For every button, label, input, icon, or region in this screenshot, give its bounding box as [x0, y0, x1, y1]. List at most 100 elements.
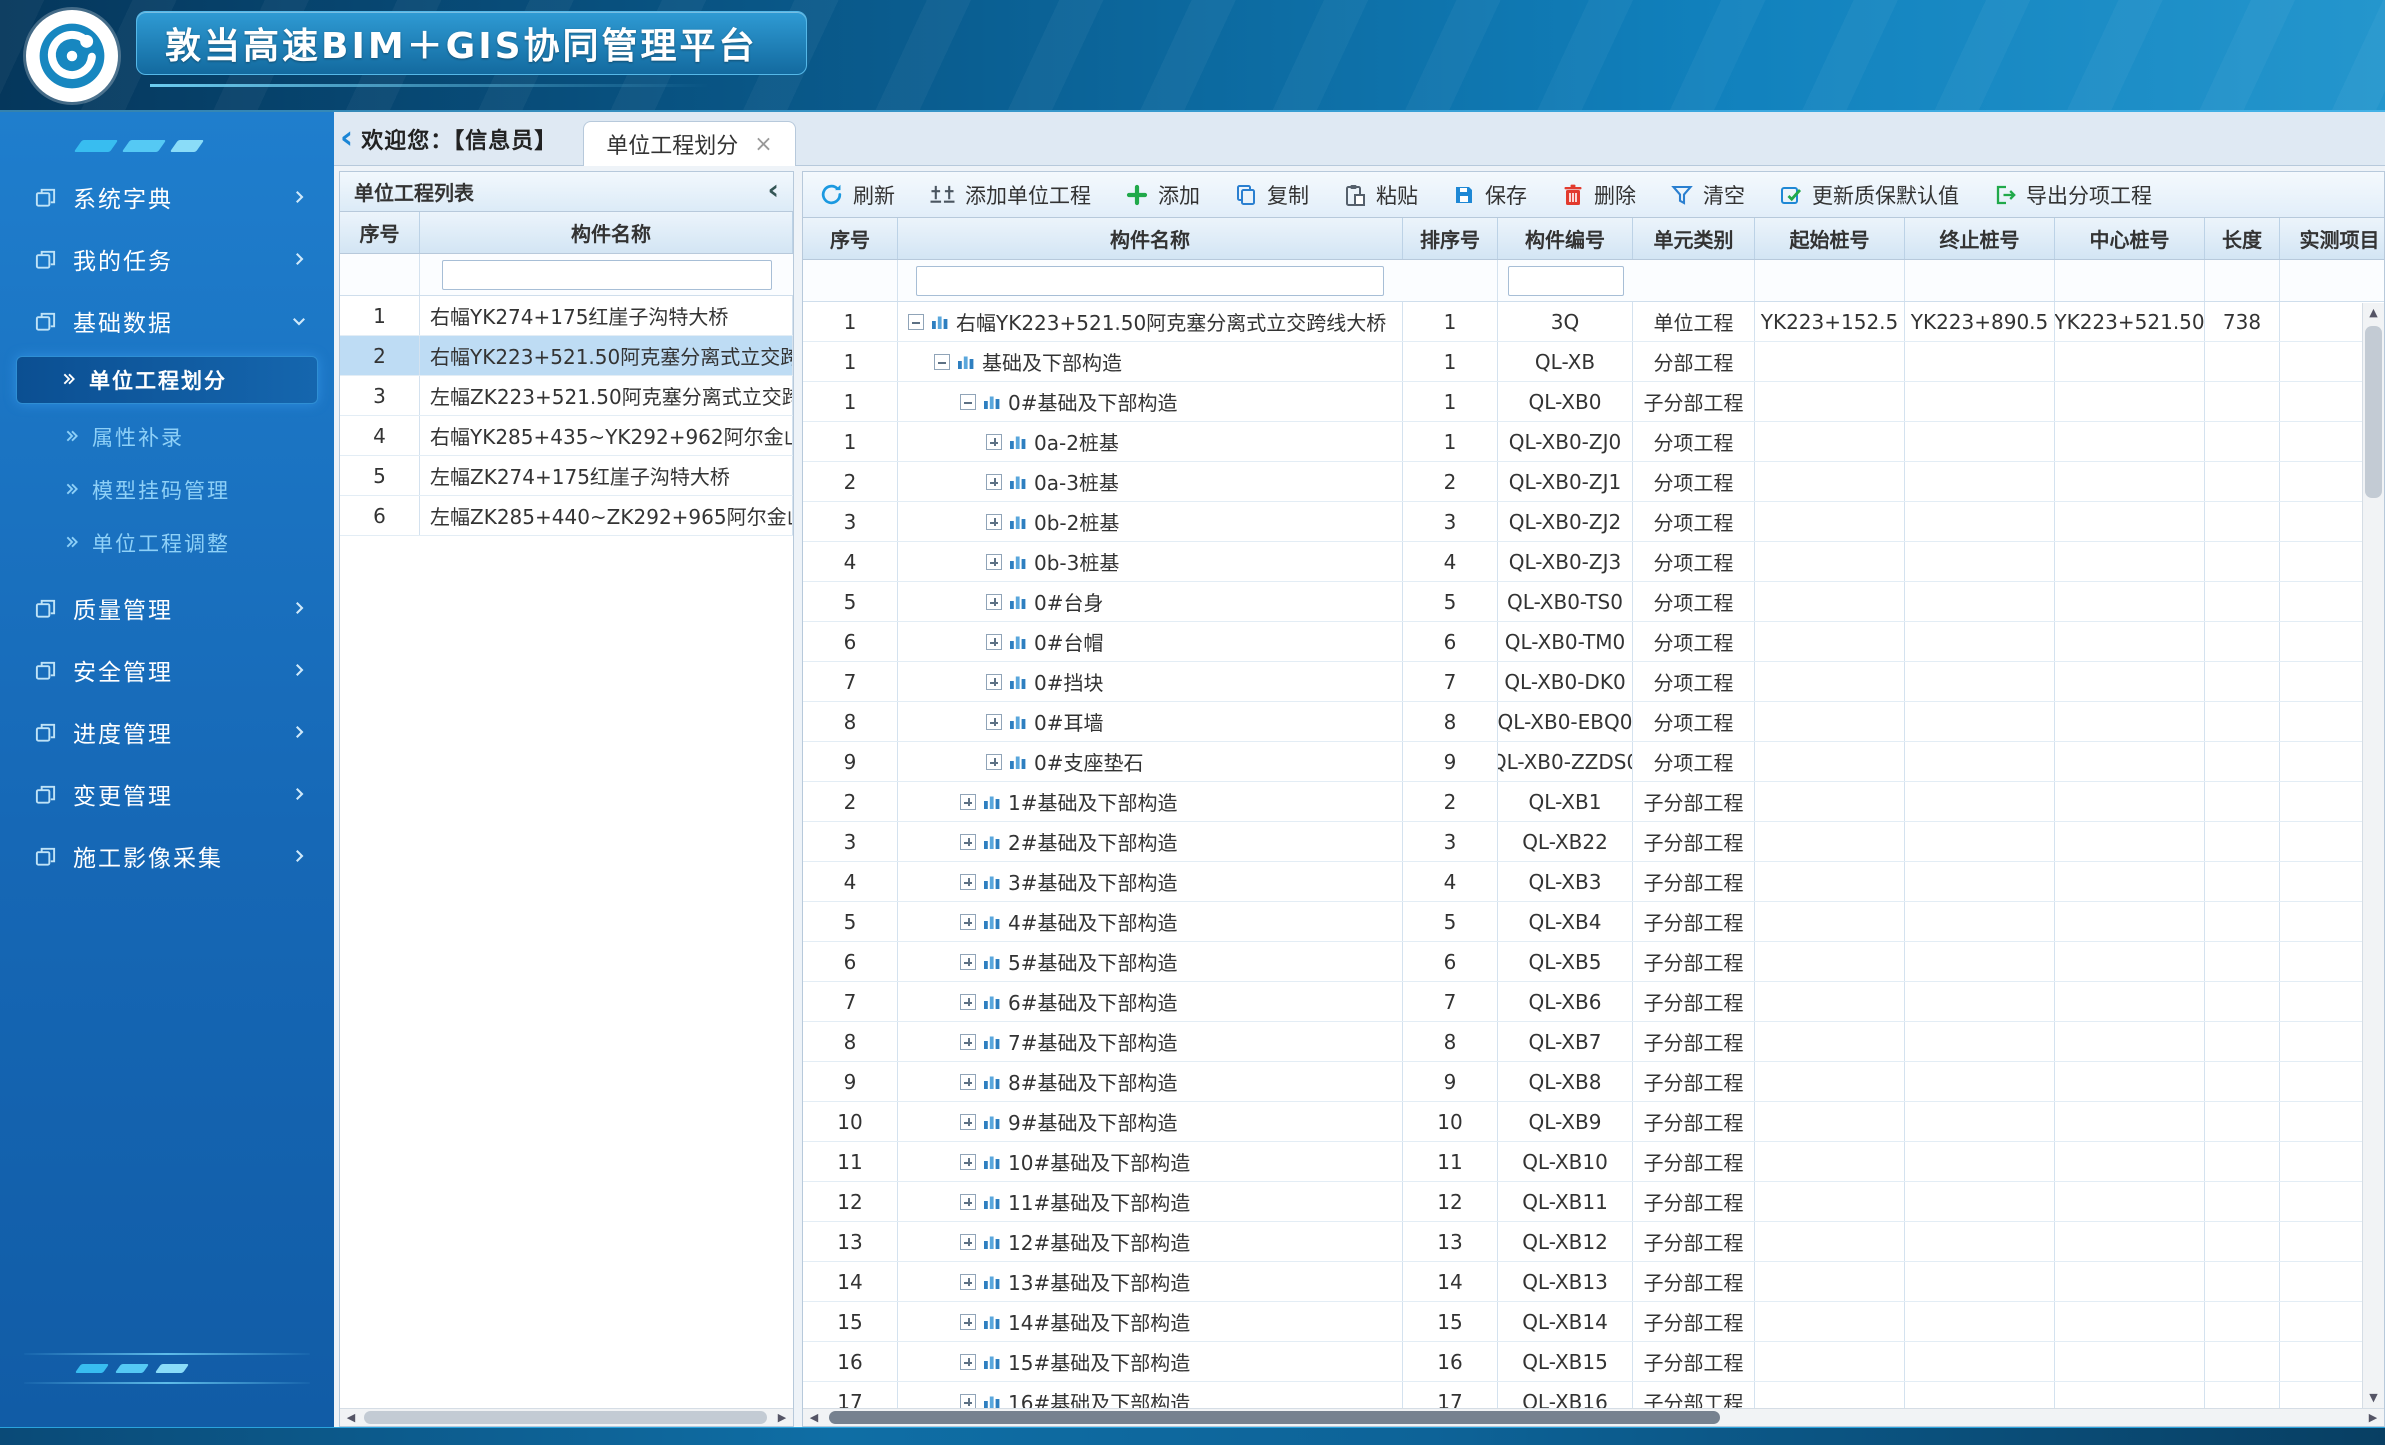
hscroll-thumb[interactable] — [829, 1411, 1720, 1424]
toolbar-button-update-qa-defaults[interactable]: 更新质保默认值 — [1779, 180, 1959, 210]
collapse-sidebar-arrow-icon[interactable]: ‹ — [340, 118, 353, 156]
tab-close-icon[interactable]: × — [754, 132, 772, 157]
table-row[interactable]: 1211#基础及下部构造12QL-XB11子分部工程 — [803, 1182, 2384, 1222]
list-item[interactable]: 2右幅YK223+521.50阿克塞分离式立交跨线大桥 — [340, 336, 793, 376]
hscroll-thumb[interactable] — [364, 1411, 767, 1424]
expand-toggle-icon[interactable] — [986, 554, 1002, 570]
column-header-sort[interactable]: 排序号 — [1403, 218, 1498, 259]
column-header-measured[interactable]: 实测项目 — [2280, 218, 2385, 259]
unit-list-hscrollbar[interactable]: ◀ ▶ — [340, 1408, 793, 1426]
expand-toggle-icon[interactable] — [960, 1354, 976, 1370]
toolbar-button-export-subprojects[interactable]: 导出分项工程 — [1993, 180, 2152, 210]
scroll-right-arrow-icon[interactable]: ▶ — [771, 1409, 793, 1426]
main-table-hscrollbar[interactable]: ◀ ▶ — [803, 1408, 2384, 1426]
table-row[interactable]: 76#基础及下部构造7QL-XB6子分部工程 — [803, 982, 2384, 1022]
table-row[interactable]: 80#耳墙8QL-XB0-EBQ0分项工程 — [803, 702, 2384, 742]
expand-toggle-icon[interactable] — [960, 1194, 976, 1210]
table-row[interactable]: 54#基础及下部构造5QL-XB4子分部工程 — [803, 902, 2384, 942]
sidebar-subitem-模型挂码管理[interactable]: 模型挂码管理 — [0, 463, 334, 516]
list-item[interactable]: 6左幅ZK285+440~ZK292+965阿尔金山特长隧道 — [340, 496, 793, 536]
table-row[interactable]: 1413#基础及下部构造14QL-XB13子分部工程 — [803, 1262, 2384, 1302]
tab-unit-project-division[interactable]: 单位工程划分 × — [583, 121, 795, 166]
main-table-vscrollbar[interactable]: ▲ ▼ — [2362, 303, 2384, 1408]
scroll-left-arrow-icon[interactable]: ◀ — [803, 1409, 825, 1426]
expand-toggle-icon[interactable] — [960, 1234, 976, 1250]
column-header-category[interactable]: 单元类别 — [1633, 218, 1755, 259]
column-header-start-stake[interactable]: 起始桩号 — [1755, 218, 1905, 259]
toolbar-button-add[interactable]: 添加 — [1125, 180, 1200, 210]
table-row[interactable]: 10a-2桩基1QL-XB0-ZJ0分项工程 — [803, 422, 2384, 462]
expand-toggle-icon[interactable] — [960, 1394, 976, 1409]
expand-toggle-icon[interactable] — [960, 794, 976, 810]
table-row[interactable]: 20a-3桩基2QL-XB0-ZJ1分项工程 — [803, 462, 2384, 502]
expand-toggle-icon[interactable] — [986, 514, 1002, 530]
toolbar-button-add-unit-project[interactable]: 添加单位工程 — [929, 180, 1091, 210]
table-row[interactable]: 65#基础及下部构造6QL-XB5子分部工程 — [803, 942, 2384, 982]
column-header-end-stake[interactable]: 终止桩号 — [1905, 218, 2055, 259]
expand-toggle-icon[interactable] — [960, 874, 976, 890]
expand-toggle-icon[interactable] — [986, 634, 1002, 650]
table-row[interactable]: 60#台帽6QL-XB0-TM0分项工程 — [803, 622, 2384, 662]
expand-toggle-icon[interactable] — [960, 1154, 976, 1170]
sidebar-item-安全管理[interactable]: 安全管理 — [0, 639, 334, 701]
collapse-toggle-icon[interactable] — [934, 354, 950, 370]
sidebar-item-施工影像采集[interactable]: 施工影像采集 — [0, 825, 334, 887]
column-header-center-stake[interactable]: 中心桩号 — [2055, 218, 2205, 259]
scroll-left-arrow-icon[interactable]: ◀ — [340, 1409, 362, 1426]
expand-toggle-icon[interactable] — [960, 1274, 976, 1290]
table-row[interactable]: 32#基础及下部构造3QL-XB22子分部工程 — [803, 822, 2384, 862]
table-row[interactable]: 1615#基础及下部构造16QL-XB15子分部工程 — [803, 1342, 2384, 1382]
expand-toggle-icon[interactable] — [986, 594, 1002, 610]
column-header-no[interactable]: 序号 — [340, 212, 420, 253]
expand-toggle-icon[interactable] — [986, 434, 1002, 450]
vscroll-thumb[interactable] — [2365, 326, 2382, 498]
sidebar-item-系统字典[interactable]: 系统字典 — [0, 166, 334, 228]
scroll-up-arrow-icon[interactable]: ▲ — [2363, 303, 2384, 323]
list-item[interactable]: 4右幅YK285+435~YK292+962阿尔金山特长隧道 — [340, 416, 793, 456]
toolbar-button-save[interactable]: 保存 — [1452, 180, 1527, 210]
expand-toggle-icon[interactable] — [986, 474, 1002, 490]
table-row[interactable]: 43#基础及下部构造4QL-XB3子分部工程 — [803, 862, 2384, 902]
expand-toggle-icon[interactable] — [960, 954, 976, 970]
list-item[interactable]: 1右幅YK274+175红崖子沟特大桥 — [340, 296, 793, 336]
collapse-panel-arrow-icon[interactable]: ‹ — [767, 176, 779, 204]
table-row[interactable]: 90#支座垫石9QL-XB0-ZZDS0分项工程 — [803, 742, 2384, 782]
expand-toggle-icon[interactable] — [960, 994, 976, 1010]
collapse-toggle-icon[interactable] — [908, 314, 924, 330]
expand-toggle-icon[interactable] — [986, 674, 1002, 690]
table-row[interactable]: 50#台身5QL-XB0-TS0分项工程 — [803, 582, 2384, 622]
table-row[interactable]: 1110#基础及下部构造11QL-XB10子分部工程 — [803, 1142, 2384, 1182]
table-row[interactable]: 1右幅YK223+521.50阿克塞分离式立交跨线大桥13Q单位工程YK223+… — [803, 302, 2384, 342]
expand-toggle-icon[interactable] — [960, 834, 976, 850]
expand-toggle-icon[interactable] — [960, 914, 976, 930]
scroll-right-arrow-icon[interactable]: ▶ — [2362, 1409, 2384, 1426]
table-row[interactable]: 109#基础及下部构造10QL-XB9子分部工程 — [803, 1102, 2384, 1142]
sidebar-item-基础数据[interactable]: 基础数据 — [0, 290, 334, 352]
table-row[interactable]: 70#挡块7QL-XB0-DK0分项工程 — [803, 662, 2384, 702]
table-row[interactable]: 1514#基础及下部构造15QL-XB14子分部工程 — [803, 1302, 2384, 1342]
toolbar-button-delete[interactable]: 删除 — [1561, 180, 1636, 210]
table-row[interactable]: 30b-2桩基3QL-XB0-ZJ2分项工程 — [803, 502, 2384, 542]
column-header-length[interactable]: 长度 — [2205, 218, 2280, 259]
component-name-filter-input[interactable] — [916, 266, 1384, 296]
sidebar-item-进度管理[interactable]: 进度管理 — [0, 701, 334, 763]
table-row[interactable]: 1312#基础及下部构造13QL-XB12子分部工程 — [803, 1222, 2384, 1262]
component-code-filter-input[interactable] — [1508, 266, 1624, 296]
scroll-down-arrow-icon[interactable]: ▼ — [2363, 1388, 2384, 1408]
table-row[interactable]: 1基础及下部构造1QL-XB分部工程 — [803, 342, 2384, 382]
expand-toggle-icon[interactable] — [960, 1074, 976, 1090]
list-item[interactable]: 5左幅ZK274+175红崖子沟特大桥 — [340, 456, 793, 496]
toolbar-button-copy[interactable]: 复制 — [1234, 180, 1309, 210]
column-header-code[interactable]: 构件编号 — [1498, 218, 1633, 259]
sidebar-subitem-单位工程划分[interactable]: 单位工程划分 — [16, 356, 318, 404]
toolbar-button-clear[interactable]: 清空 — [1670, 180, 1745, 210]
table-row[interactable]: 87#基础及下部构造8QL-XB7子分部工程 — [803, 1022, 2384, 1062]
sidebar-item-我的任务[interactable]: 我的任务 — [0, 228, 334, 290]
sidebar-subitem-属性补录[interactable]: 属性补录 — [0, 410, 334, 463]
list-item[interactable]: 3左幅ZK223+521.50阿克塞分离式立交跨线大桥 — [340, 376, 793, 416]
expand-toggle-icon[interactable] — [960, 1034, 976, 1050]
expand-toggle-icon[interactable] — [986, 714, 1002, 730]
table-row[interactable]: 10#基础及下部构造1QL-XB0子分部工程 — [803, 382, 2384, 422]
sidebar-subitem-单位工程调整[interactable]: 单位工程调整 — [0, 516, 334, 569]
table-row[interactable]: 40b-3桩基4QL-XB0-ZJ3分项工程 — [803, 542, 2384, 582]
